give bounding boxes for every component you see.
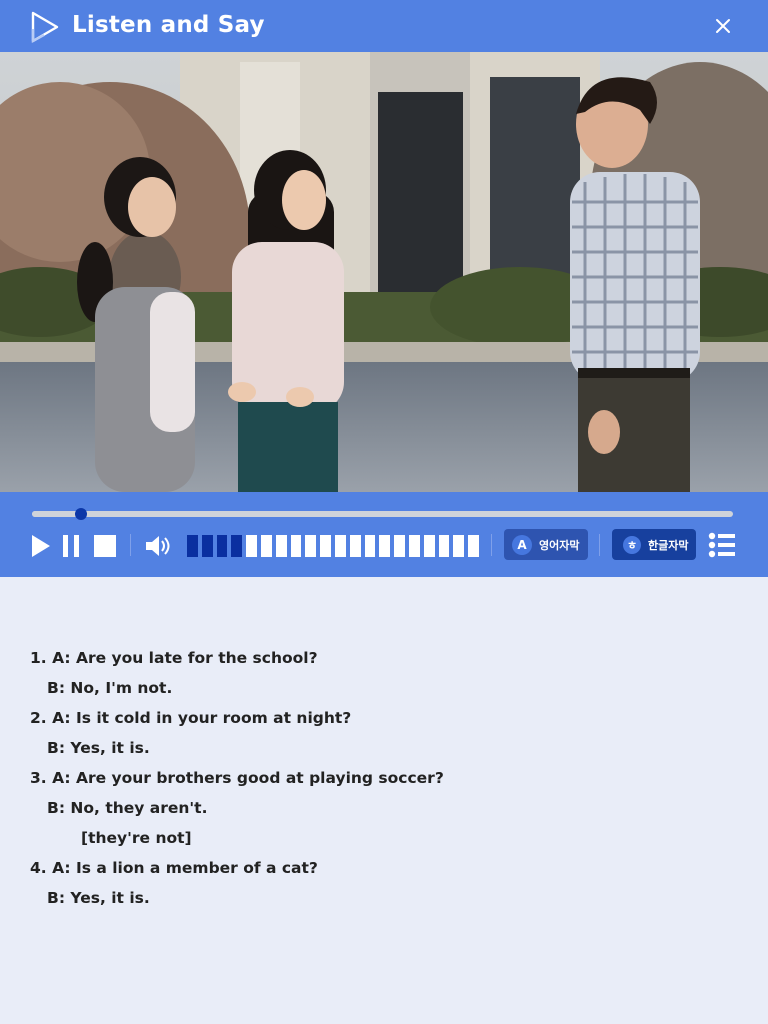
volume-segment[interactable] bbox=[260, 535, 272, 557]
volume-level-bar[interactable] bbox=[187, 535, 479, 557]
volume-segment[interactable] bbox=[394, 535, 405, 557]
list-menu-icon[interactable] bbox=[708, 532, 736, 558]
volume-segment[interactable] bbox=[246, 535, 257, 557]
volume-segment[interactable] bbox=[334, 535, 346, 557]
english-subtitle-label: 영어자막 bbox=[539, 538, 580, 552]
korean-subtitle-label: 한글자막 bbox=[648, 538, 689, 552]
progress-knob[interactable] bbox=[75, 508, 88, 520]
dialog-line: 1. A: Are you late for the school? bbox=[30, 649, 318, 667]
volume-segment[interactable] bbox=[423, 535, 435, 557]
dialog-line: B: Yes, it is. bbox=[47, 889, 150, 907]
progress-track[interactable] bbox=[32, 508, 733, 520]
english-subtitle-button[interactable]: A 영어자막 bbox=[504, 529, 588, 560]
volume-segment[interactable] bbox=[187, 535, 198, 557]
volume-segment[interactable] bbox=[379, 535, 391, 557]
dialog-transcript: 1. A: Are you late for the school? B: No,… bbox=[30, 645, 444, 915]
play-icon[interactable] bbox=[31, 534, 51, 558]
stop-icon[interactable] bbox=[94, 535, 116, 557]
dialog-line: B: No, they aren't. bbox=[47, 799, 208, 817]
dialog-line: 3. A: Are your brothers good at playing … bbox=[30, 769, 444, 787]
dialog-line: 2. A: Is it cold in your room at night? bbox=[30, 709, 352, 727]
volume-segment[interactable] bbox=[231, 535, 243, 557]
volume-icon[interactable] bbox=[145, 534, 173, 558]
dialog-line: B: Yes, it is. bbox=[47, 739, 150, 757]
title-bar: Listen and Say bbox=[0, 0, 768, 52]
english-subtitle-badge: A bbox=[512, 534, 532, 555]
divider bbox=[491, 534, 492, 556]
progress-fill bbox=[32, 511, 82, 517]
volume-segment[interactable] bbox=[290, 535, 302, 557]
dialog-line: 4. A: Is a lion a member of a cat? bbox=[30, 859, 318, 877]
page-title: Listen and Say bbox=[72, 12, 265, 38]
volume-segment[interactable] bbox=[438, 535, 450, 557]
video-scene bbox=[0, 52, 768, 492]
volume-segment[interactable] bbox=[453, 535, 465, 557]
volume-segment[interactable] bbox=[364, 535, 376, 557]
dialog-line: B: No, I'm not. bbox=[47, 679, 173, 697]
volume-segment[interactable] bbox=[201, 535, 213, 557]
pause-icon[interactable] bbox=[63, 535, 79, 557]
volume-segment[interactable] bbox=[408, 535, 420, 557]
video-controls: A 영어자막 ㅎ 한글자막 bbox=[0, 492, 768, 577]
video-frame[interactable] bbox=[0, 52, 768, 492]
korean-subtitle-button[interactable]: ㅎ 한글자막 bbox=[612, 529, 696, 560]
volume-segment[interactable] bbox=[320, 535, 331, 557]
divider bbox=[599, 534, 600, 556]
korean-subtitle-badge: ㅎ bbox=[623, 535, 641, 554]
volume-segment[interactable] bbox=[305, 535, 317, 557]
volume-segment[interactable] bbox=[349, 535, 361, 557]
volume-segment[interactable] bbox=[275, 535, 287, 557]
dialog-line: [they're not] bbox=[81, 829, 192, 847]
divider bbox=[130, 534, 131, 556]
close-icon[interactable] bbox=[710, 13, 736, 39]
volume-segment[interactable] bbox=[468, 535, 479, 557]
volume-segment[interactable] bbox=[216, 535, 228, 557]
play-logo-icon bbox=[31, 11, 59, 43]
